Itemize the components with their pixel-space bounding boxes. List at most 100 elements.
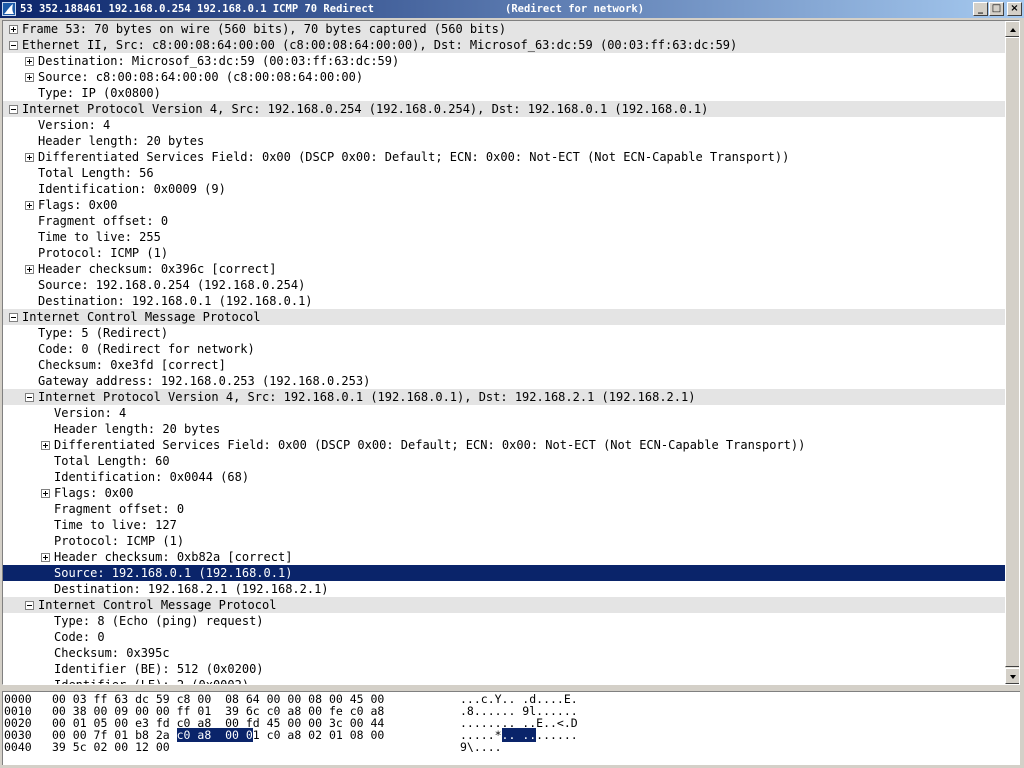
tree-row[interactable]: Destination: 192.168.0.1 (192.168.0.1) <box>3 293 1005 309</box>
tree-row[interactable]: Internet Control Message Protocol <box>3 597 1005 613</box>
packet-details-tree: Frame 53: 70 bytes on wire (560 bits), 7… <box>3 21 1005 684</box>
plus-box-icon[interactable] <box>25 201 34 210</box>
tree-row-label: Header checksum: 0xb82a [correct] <box>54 550 293 564</box>
tree-row-label: Identifier (LE): 2 (0x0002) <box>54 677 249 684</box>
tree-row[interactable]: Header length: 20 bytes <box>3 421 1005 437</box>
tree-row-label: Flags: 0x00 <box>38 198 118 212</box>
tree-row[interactable]: Flags: 0x00 <box>3 197 1005 213</box>
plus-box-icon[interactable] <box>25 153 34 162</box>
tree-row[interactable]: Type: IP (0x0800) <box>3 85 1005 101</box>
tree-row[interactable]: Total Length: 60 <box>3 453 1005 469</box>
tree-row[interactable]: Header checksum: 0x396c [correct] <box>3 261 1005 277</box>
tree-row-label: Type: 8 (Echo (ping) request) <box>54 614 264 628</box>
tree-row[interactable]: Header length: 20 bytes <box>3 133 1005 149</box>
tree-row-label: Total Length: 60 <box>54 454 170 468</box>
close-icon: × <box>1010 3 1019 14</box>
tree-row[interactable]: Type: 5 (Redirect) <box>3 325 1005 341</box>
tree-row[interactable]: Time to live: 255 <box>3 229 1005 245</box>
tree-row-label: Internet Protocol Version 4, Src: 192.16… <box>22 102 709 116</box>
tree-row-selected[interactable]: Source: 192.168.0.1 (192.168.0.1) <box>3 565 1005 581</box>
tree-row[interactable]: Code: 0 <box>3 629 1005 645</box>
tree-row[interactable]: Identification: 0x0044 (68) <box>3 469 1005 485</box>
tree-row[interactable]: Identification: 0x0009 (9) <box>3 181 1005 197</box>
plus-box-icon[interactable] <box>9 25 18 34</box>
tree-row-label: Ethernet II, Src: c8:00:08:64:00:00 (c8:… <box>22 38 738 52</box>
tree-row[interactable]: Identifier (BE): 512 (0x0200) <box>3 661 1005 677</box>
tree-row-label: Identifier (BE): 512 (0x0200) <box>54 662 264 676</box>
title-bar[interactable]: 53 352.188461 192.168.0.254 192.168.0.1 … <box>0 0 1024 18</box>
tree-row[interactable]: Flags: 0x00 <box>3 485 1005 501</box>
tree-row[interactable]: Source: c8:00:08:64:00:00 (c8:00:08:64:0… <box>3 69 1005 85</box>
tree-row[interactable]: Differentiated Services Field: 0x00 (DSC… <box>3 437 1005 453</box>
vertical-scrollbar[interactable] <box>1005 21 1019 684</box>
plus-box-icon[interactable] <box>41 489 50 498</box>
plus-box-icon[interactable] <box>25 265 34 274</box>
tree-row-label: Differentiated Services Field: 0x00 (DSC… <box>38 150 790 164</box>
wireshark-packet-window: 53 352.188461 192.168.0.254 192.168.0.1 … <box>0 0 1024 768</box>
minus-box-icon[interactable] <box>9 105 18 114</box>
minus-box-icon[interactable] <box>9 313 18 322</box>
shark-fin-icon <box>2 2 16 16</box>
tree-row-label: Version: 4 <box>38 118 111 132</box>
maximize-button[interactable]: □ <box>989 2 1004 16</box>
scroll-thumb[interactable] <box>1005 37 1019 667</box>
arrow-up-icon <box>1010 28 1016 32</box>
hex-ascii[interactable]: 9\.... <box>460 741 502 753</box>
tree-row[interactable]: Code: 0 (Redirect for network) <box>3 341 1005 357</box>
tree-row-label: Source: 192.168.0.254 (192.168.0.254) <box>38 278 306 292</box>
scroll-down-button[interactable] <box>1005 668 1019 684</box>
tree-row[interactable]: Internet Protocol Version 4, Src: 192.16… <box>3 389 1005 405</box>
scroll-up-button[interactable] <box>1005 21 1019 37</box>
tree-row[interactable]: Type: 8 (Echo (ping) request) <box>3 613 1005 629</box>
minus-box-icon[interactable] <box>9 41 18 50</box>
tree-row[interactable]: Destination: 192.168.2.1 (192.168.2.1) <box>3 581 1005 597</box>
tree-row[interactable]: Time to live: 127 <box>3 517 1005 533</box>
hex-offset: 0040 <box>4 740 32 754</box>
tree-row[interactable]: Internet Protocol Version 4, Src: 192.16… <box>3 101 1005 117</box>
tree-row[interactable]: Identifier (LE): 2 (0x0002) <box>3 677 1005 684</box>
tree-row[interactable]: Total Length: 56 <box>3 165 1005 181</box>
tree-row-label: Identification: 0x0044 (68) <box>54 470 250 484</box>
tree-row-label: Header length: 20 bytes <box>38 134 205 148</box>
tree-row[interactable]: Internet Control Message Protocol <box>3 309 1005 325</box>
tree-row[interactable]: Fragment offset: 0 <box>3 501 1005 517</box>
packet-bytes-pane[interactable]: 0000 00 03 ff 63 dc 59 c8 00 08 64 00 00 … <box>2 691 1020 765</box>
tree-row[interactable]: Frame 53: 70 bytes on wire (560 bits), 7… <box>3 21 1005 37</box>
tree-row[interactable]: Ethernet II, Src: c8:00:08:64:00:00 (c8:… <box>3 37 1005 53</box>
selected-bytes-highlight: .. .. <box>501 728 537 742</box>
tree-row-label: Time to live: 255 <box>38 230 161 244</box>
tree-row[interactable]: Gateway address: 192.168.0.253 (192.168.… <box>3 373 1005 389</box>
plus-box-icon[interactable] <box>25 73 34 82</box>
close-button[interactable]: × <box>1007 2 1022 16</box>
tree-row[interactable]: Protocol: ICMP (1) <box>3 245 1005 261</box>
tree-row-label: Destination: Microsof_63:dc:59 (00:03:ff… <box>38 54 400 68</box>
tree-row-label: Destination: 192.168.0.1 (192.168.0.1) <box>38 294 313 308</box>
plus-box-icon[interactable] <box>41 441 50 450</box>
window-title: 53 352.188461 192.168.0.254 192.168.0.1 … <box>20 3 375 15</box>
tree-row[interactable]: Protocol: ICMP (1) <box>3 533 1005 549</box>
hex-row[interactable]: 0040 39 5c 02 00 12 00 9\.... <box>3 741 1019 753</box>
tree-row[interactable]: Checksum: 0x395c <box>3 645 1005 661</box>
tree-row-label: Source: c8:00:08:64:00:00 (c8:00:08:64:0… <box>38 70 364 84</box>
plus-box-icon[interactable] <box>41 553 50 562</box>
plus-box-icon[interactable] <box>25 57 34 66</box>
tree-row-label: Total Length: 56 <box>38 166 154 180</box>
tree-row[interactable]: Destination: Microsof_63:dc:59 (00:03:ff… <box>3 53 1005 69</box>
tree-row[interactable]: Version: 4 <box>3 405 1005 421</box>
minimize-button[interactable]: _ <box>973 2 988 16</box>
tree-row[interactable]: Version: 4 <box>3 117 1005 133</box>
tree-row[interactable]: Header checksum: 0xb82a [correct] <box>3 549 1005 565</box>
arrow-down-icon <box>1010 675 1016 679</box>
tree-row-label: Flags: 0x00 <box>54 486 134 500</box>
packet-details-pane[interactable]: Frame 53: 70 bytes on wire (560 bits), 7… <box>2 20 1020 685</box>
minus-box-icon[interactable] <box>25 601 34 610</box>
minus-box-icon[interactable] <box>25 393 34 402</box>
tree-row-label: Type: IP (0x0800) <box>38 86 161 100</box>
tree-row-label: Checksum: 0x395c <box>54 646 170 660</box>
hex-bytes[interactable]: 39 5c 02 00 12 00 <box>52 741 170 753</box>
tree-row[interactable]: Fragment offset: 0 <box>3 213 1005 229</box>
tree-row[interactable]: Differentiated Services Field: 0x00 (DSC… <box>3 149 1005 165</box>
tree-row-label: Internet Control Message Protocol <box>22 310 261 324</box>
tree-row[interactable]: Source: 192.168.0.254 (192.168.0.254) <box>3 277 1005 293</box>
tree-row[interactable]: Checksum: 0xe3fd [correct] <box>3 357 1005 373</box>
